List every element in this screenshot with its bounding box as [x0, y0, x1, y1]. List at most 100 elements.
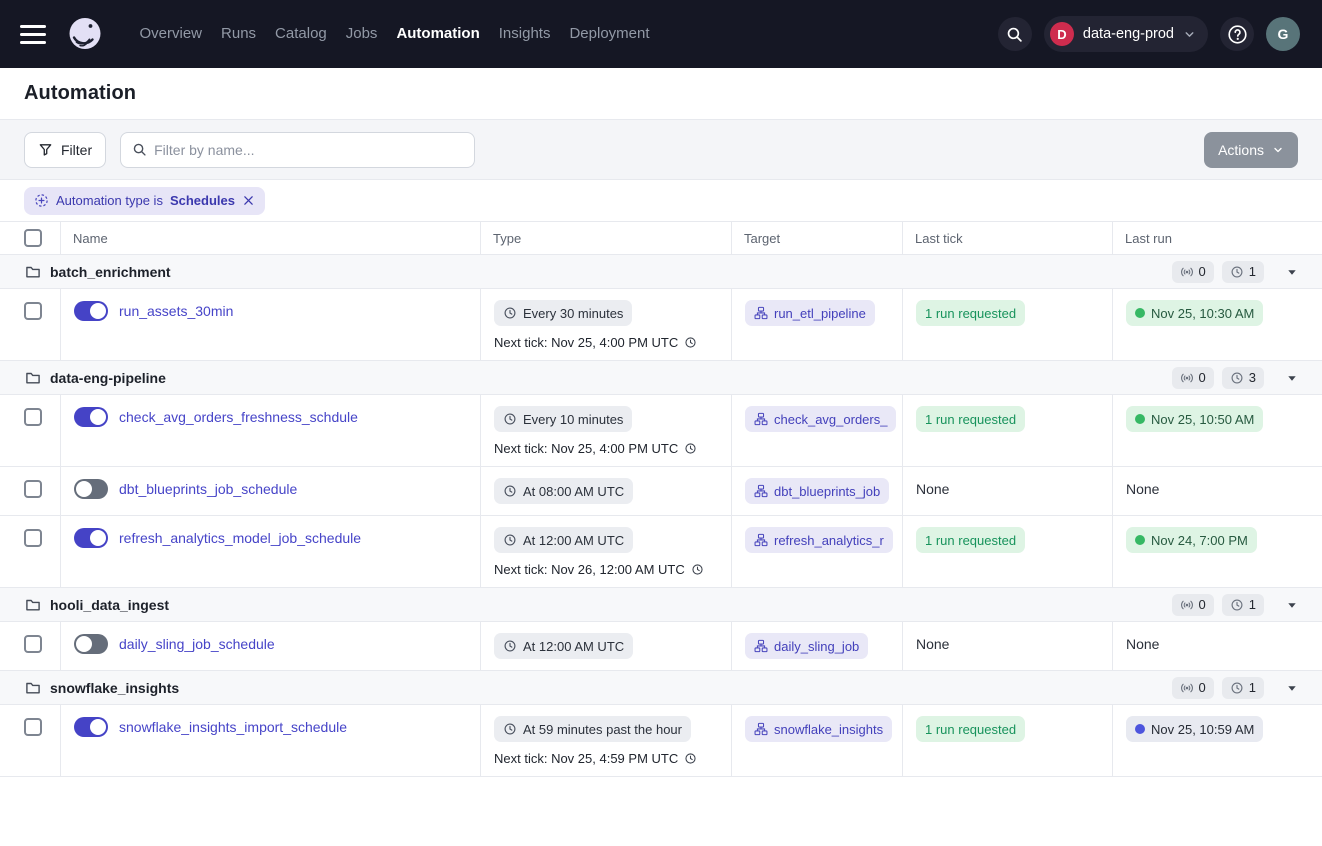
sensor-count: 0: [1199, 264, 1206, 279]
schedule-row: check_avg_orders_freshness_schdule Every …: [0, 395, 1322, 467]
last-run-time: Nov 25, 10:59 AM: [1151, 722, 1254, 737]
toggle-knob: [76, 636, 92, 652]
last-run-pill[interactable]: Nov 25, 10:50 AM: [1126, 406, 1263, 432]
nav-item-overview[interactable]: Overview: [130, 0, 212, 68]
schedule-interval: At 08:00 AM UTC: [523, 484, 624, 499]
next-tick: Next tick: Nov 25, 4:00 PM UTC: [494, 335, 721, 350]
schedule-name-link[interactable]: check_avg_orders_freshness_schdule: [119, 409, 358, 425]
schedule-toggle[interactable]: [74, 634, 108, 654]
schedule-row: daily_sling_job_schedule At 12:00 AM UTC d…: [0, 622, 1322, 671]
menu-icon[interactable]: [20, 25, 46, 44]
toggle-knob: [90, 409, 106, 425]
checkbox-cell: [0, 395, 61, 466]
row-checkbox[interactable]: [24, 718, 42, 736]
schedule-name-link[interactable]: daily_sling_job_schedule: [119, 636, 275, 652]
last-run-cell: Nov 24, 7:00 PM: [1113, 516, 1322, 587]
user-avatar[interactable]: G: [1266, 17, 1300, 51]
deployment-badge: D: [1050, 22, 1074, 46]
group-collapse-caret-icon[interactable]: [1284, 370, 1300, 386]
target-pill[interactable]: daily_sling_job: [745, 633, 868, 659]
type-cell: At 59 minutes past the hour Next tick: No…: [481, 705, 732, 776]
group-name: batch_enrichment: [50, 264, 171, 280]
group-collapse-caret-icon[interactable]: [1284, 597, 1300, 613]
schedule-toggle[interactable]: [74, 479, 108, 499]
schedule-interval: At 59 minutes past the hour: [523, 722, 682, 737]
row-checkbox[interactable]: [24, 408, 42, 426]
type-cell: Every 10 minutesNext tick: Nov 25, 4:00 …: [481, 395, 732, 466]
remove-filter-icon[interactable]: [242, 194, 255, 207]
actions-button[interactable]: Actions: [1204, 132, 1298, 168]
row-checkbox[interactable]: [24, 302, 42, 320]
dagster-logo[interactable]: [66, 15, 104, 53]
help-icon[interactable]: [1220, 17, 1254, 51]
row-checkbox[interactable]: [24, 529, 42, 547]
last-run-none: None: [1126, 636, 1312, 652]
search-icon[interactable]: [998, 17, 1032, 51]
last-tick-cell: None: [903, 467, 1113, 515]
group-collapse-caret-icon[interactable]: [1284, 680, 1300, 696]
group-name: data-eng-pipeline: [50, 370, 166, 386]
schedule-name-link[interactable]: run_assets_30min: [119, 303, 233, 319]
last-tick-pill[interactable]: 1 run requested: [916, 527, 1025, 553]
schedule-count-badge: 1: [1222, 594, 1264, 616]
last-tick-pill[interactable]: 1 run requested: [916, 300, 1025, 326]
schedule-interval-pill: At 12:00 AM UTC: [494, 633, 633, 659]
deployment-switcher[interactable]: D data-eng-prod: [1044, 16, 1208, 52]
nav-item-insights[interactable]: Insights: [489, 0, 560, 68]
last-run-pill[interactable]: Nov 25, 10:59 AM: [1126, 716, 1263, 742]
target-pill[interactable]: check_avg_orders_: [745, 406, 896, 432]
last-tick-pill[interactable]: 1 run requested: [916, 406, 1025, 432]
last-run-pill[interactable]: Nov 25, 10:30 AM: [1126, 300, 1263, 326]
automation-type-filter-chip[interactable]: Automation type is Schedules: [24, 187, 265, 215]
clock-icon: [684, 442, 697, 455]
group-counts: 03: [1172, 367, 1300, 389]
folder-icon: [25, 597, 41, 613]
column-header-target: Target: [732, 222, 903, 254]
checkbox-cell: [0, 516, 61, 587]
row-checkbox[interactable]: [24, 635, 42, 653]
target-pill[interactable]: refresh_analytics_r: [745, 527, 893, 553]
last-tick-pill[interactable]: 1 run requested: [916, 716, 1025, 742]
filter-by-name-input[interactable]: [154, 142, 463, 158]
schedule-name-link[interactable]: refresh_analytics_model_job_schedule: [119, 530, 361, 546]
last-run-time: Nov 24, 7:00 PM: [1151, 533, 1248, 548]
nav-item-automation[interactable]: Automation: [387, 0, 489, 68]
row-checkbox[interactable]: [24, 480, 42, 498]
nav-item-runs[interactable]: Runs: [212, 0, 266, 68]
nav-item-deployment[interactable]: Deployment: [560, 0, 659, 68]
schedule-toggle[interactable]: [74, 301, 108, 321]
toggle-knob: [90, 530, 106, 546]
last-tick-cell: 1 run requested: [903, 395, 1113, 466]
schedule-name-link[interactable]: dbt_blueprints_job_schedule: [119, 481, 297, 497]
next-tick-text: Next tick: Nov 25, 4:59 PM UTC: [494, 751, 678, 766]
filter-button[interactable]: Filter: [24, 132, 106, 168]
toggle-knob: [90, 303, 106, 319]
target-pill[interactable]: dbt_blueprints_job: [745, 478, 889, 504]
sensor-count-badge: 0: [1172, 367, 1214, 389]
nav-item-jobs[interactable]: Jobs: [336, 0, 387, 68]
group-collapse-caret-icon[interactable]: [1284, 264, 1300, 280]
last-tick-none: None: [916, 636, 1102, 652]
target-pill[interactable]: run_etl_pipeline: [745, 300, 875, 326]
last-run-pill[interactable]: Nov 24, 7:00 PM: [1126, 527, 1257, 553]
name-cell: check_avg_orders_freshness_schdule: [61, 395, 481, 466]
toggle-knob: [76, 481, 92, 497]
type-cell: Every 30 minutesNext tick: Nov 25, 4:00 …: [481, 289, 732, 360]
chip-value: Schedules: [170, 193, 235, 208]
select-all-checkbox[interactable]: [24, 229, 42, 247]
schedule-toggle[interactable]: [74, 407, 108, 427]
name-cell-main: dbt_blueprints_job_schedule: [74, 479, 470, 499]
schedule-toggle[interactable]: [74, 528, 108, 548]
last-run-cell: Nov 25, 10:59 AM: [1113, 705, 1322, 776]
target-pill[interactable]: snowflake_insights: [745, 716, 892, 742]
clock-icon: [684, 336, 697, 349]
group-row: hooli_data_ingest01: [0, 588, 1322, 622]
column-header-last-run: Last run: [1113, 222, 1322, 254]
schedule-name-link[interactable]: snowflake_insights_import_schedule: [119, 719, 347, 735]
name-cell-main: check_avg_orders_freshness_schdule: [74, 407, 470, 427]
schedule-toggle[interactable]: [74, 717, 108, 737]
nav-item-catalog[interactable]: Catalog: [266, 0, 337, 68]
schedule-interval-pill: At 08:00 AM UTC: [494, 478, 633, 504]
schedule-interval-pill: At 12:00 AM UTC: [494, 527, 633, 553]
target-cell: daily_sling_job: [732, 622, 903, 670]
